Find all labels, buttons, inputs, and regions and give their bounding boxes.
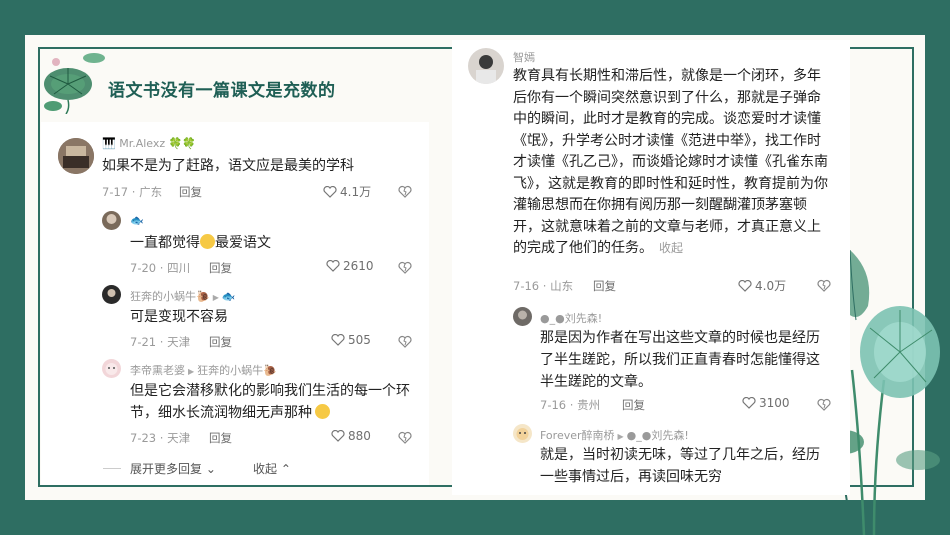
heart-icon bbox=[326, 260, 340, 272]
avatar[interactable] bbox=[102, 211, 121, 230]
avatar[interactable] bbox=[102, 359, 121, 378]
reply-button[interactable]: 回复 bbox=[209, 430, 232, 446]
like-button[interactable]: 4.0万 bbox=[738, 277, 786, 294]
heart-icon bbox=[742, 397, 756, 409]
clover-icon: 🍀🍀 bbox=[168, 137, 197, 150]
reply-button[interactable]: 回复 bbox=[209, 260, 232, 276]
reply-button[interactable]: 回复 bbox=[593, 278, 616, 294]
comment-card-right: 智嫣 教育具有长期性和滞后性，就像是一个闭环，多年后你有一个瞬间突然意识到了什么… bbox=[452, 40, 850, 495]
comment-text: 可是变现不容易 bbox=[130, 309, 228, 325]
fish-icon: 🐟 bbox=[130, 214, 144, 227]
comment-meta: 7-17 · 广东 bbox=[102, 185, 163, 199]
like-button[interactable]: 3100 bbox=[742, 396, 790, 410]
page-title: 语文书没有一篇课文是充数的 bbox=[108, 81, 336, 101]
divider bbox=[103, 468, 121, 469]
reply-arrow-icon: ▶ bbox=[188, 367, 195, 376]
comment-username[interactable]: Forever醉南桥 ▶ ●_●刘先森! bbox=[540, 427, 689, 443]
avatar[interactable] bbox=[513, 424, 532, 443]
like-button[interactable]: 880 bbox=[331, 429, 371, 443]
chevron-up-icon: ⌃ bbox=[277, 462, 291, 476]
comment-meta: 7-23 · 天津 bbox=[130, 431, 191, 445]
snail-icon: 🐌 bbox=[263, 364, 277, 377]
blush-emoji-icon bbox=[315, 404, 330, 419]
like-button[interactable]: 2610 bbox=[326, 259, 374, 273]
fish-icon: 🐟 bbox=[221, 290, 236, 303]
dislike-icon[interactable] bbox=[398, 431, 412, 444]
heart-icon bbox=[323, 185, 337, 198]
avatar[interactable] bbox=[102, 285, 121, 304]
dislike-icon[interactable] bbox=[398, 185, 412, 198]
comment-text: 但是它会潜移默化的影响我们生活的每一个环节，细水长流润物细无声那种 bbox=[130, 383, 410, 421]
reply-arrow-icon: ▶ bbox=[617, 432, 624, 441]
dislike-icon[interactable] bbox=[398, 261, 412, 274]
lotus-leaf-decoration bbox=[44, 53, 105, 114]
collapse-button[interactable]: 收起 ⌃ bbox=[253, 460, 291, 477]
reply-button[interactable]: 回复 bbox=[209, 334, 232, 350]
avatar[interactable] bbox=[58, 138, 94, 174]
dislike-icon[interactable] bbox=[398, 335, 412, 348]
comment-text: 那是因为作者在写出这些文章的时候也是经历了半生蹉跎，所以我们正直青春时怎能懂得这… bbox=[540, 330, 820, 390]
comment-username[interactable]: 🎹 Mr.Alexz 🍀🍀 bbox=[102, 137, 196, 150]
expand-replies-button[interactable]: 展开更多回复 ⌄ bbox=[130, 460, 216, 477]
crying-emoji-icon bbox=[200, 234, 215, 249]
snail-icon: 🐌 bbox=[196, 290, 210, 303]
like-button[interactable]: 4.1万 bbox=[323, 183, 371, 200]
comment-card-left: 🎹 Mr.Alexz 🍀🍀 如果不是为了赶路，语文应是最美的学科 7-17 · … bbox=[41, 122, 429, 485]
reply-button[interactable]: 回复 bbox=[179, 184, 202, 200]
comment-username[interactable]: 狂奔的小蜗牛🐌 ▶ 🐟 bbox=[130, 288, 236, 304]
collapse-link[interactable]: 收起 bbox=[659, 241, 683, 255]
comment-meta: 7-16 · 贵州 bbox=[540, 398, 601, 412]
comment-username[interactable]: ●_●刘先森! bbox=[540, 310, 602, 326]
chevron-down-icon: ⌄ bbox=[202, 462, 216, 476]
comment-username[interactable]: 李帝熏老婆 ▶ 狂奔的小蜗牛🐌 bbox=[130, 362, 277, 378]
comment-text: 一直都觉得 最爱语文 bbox=[130, 234, 271, 251]
dislike-icon[interactable] bbox=[817, 398, 831, 411]
reply-button[interactable]: 回复 bbox=[622, 397, 645, 413]
like-button[interactable]: 505 bbox=[331, 333, 371, 347]
avatar[interactable] bbox=[513, 307, 532, 326]
heart-icon bbox=[738, 279, 752, 292]
heart-icon bbox=[331, 430, 345, 442]
comment-username[interactable]: 智嫣 bbox=[513, 49, 535, 65]
comment-meta: 7-20 · 四川 bbox=[130, 261, 191, 275]
comment-text: 教育具有长期性和滞后性，就像是一个闭环，多年后你有一个瞬间突然意识到了什么，那就… bbox=[513, 68, 828, 256]
comment-text: 就是，当时初读无味，等过了几年之后，经历一些事情过后，再读回味无穷 bbox=[540, 447, 820, 485]
heart-icon bbox=[331, 334, 345, 346]
reply-arrow-icon: ▶ bbox=[212, 293, 219, 302]
piano-icon: 🎹 bbox=[102, 137, 116, 150]
dislike-icon[interactable] bbox=[817, 279, 831, 292]
comment-meta: 7-16 · 山东 bbox=[513, 279, 574, 293]
comment-text: 如果不是为了赶路，语文应是最美的学科 bbox=[102, 158, 354, 174]
avatar[interactable] bbox=[468, 48, 504, 84]
comment-meta: 7-21 · 天津 bbox=[130, 335, 191, 349]
